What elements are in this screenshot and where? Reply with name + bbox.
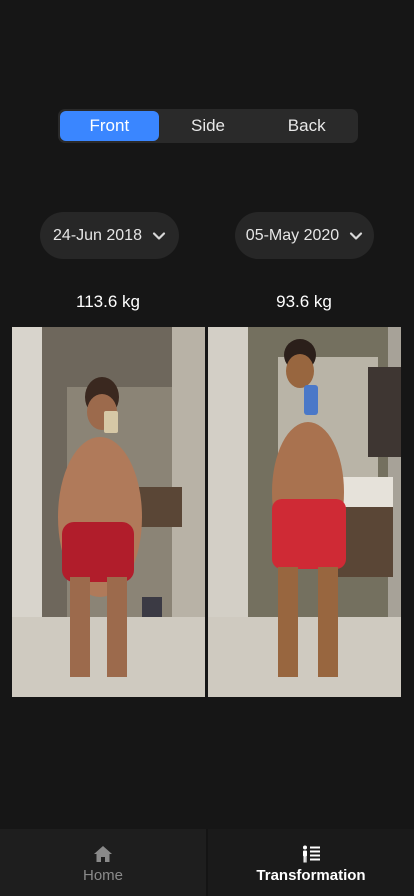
after-photo-image (208, 327, 401, 697)
transformation-icon (303, 845, 320, 863)
left-date-label: 24-Jun 2018 (53, 226, 142, 244)
before-photo-image (12, 327, 205, 697)
right-date-label: 05-May 2020 (245, 226, 340, 244)
segment-back[interactable]: Back (257, 111, 356, 141)
right-weight: 93.6 kg (276, 292, 332, 311)
right-date-picker[interactable]: 05-May 2020 (235, 212, 374, 259)
tab-home[interactable]: Home (0, 829, 208, 896)
view-segmented-control: Front Side Back (58, 109, 358, 143)
transformation-screen: Front Side Back 24-Jun 2018 05-May 2020 … (0, 0, 414, 896)
chevron-down-icon (350, 231, 363, 240)
tab-transformation[interactable]: Transformation (208, 829, 414, 896)
left-date-picker[interactable]: 24-Jun 2018 (40, 212, 179, 259)
bottom-tab-bar: Home Transformation (0, 829, 414, 896)
before-photo[interactable] (12, 327, 205, 697)
chevron-down-icon (152, 231, 166, 240)
tab-home-label: Home (82, 867, 123, 884)
after-photo[interactable] (208, 327, 401, 697)
segment-side[interactable]: Side (159, 111, 258, 141)
left-weight: 113.6 kg (76, 292, 140, 311)
home-icon (94, 846, 112, 862)
tab-transformation-label: Transformation (256, 867, 366, 884)
segment-front[interactable]: Front (60, 111, 159, 141)
